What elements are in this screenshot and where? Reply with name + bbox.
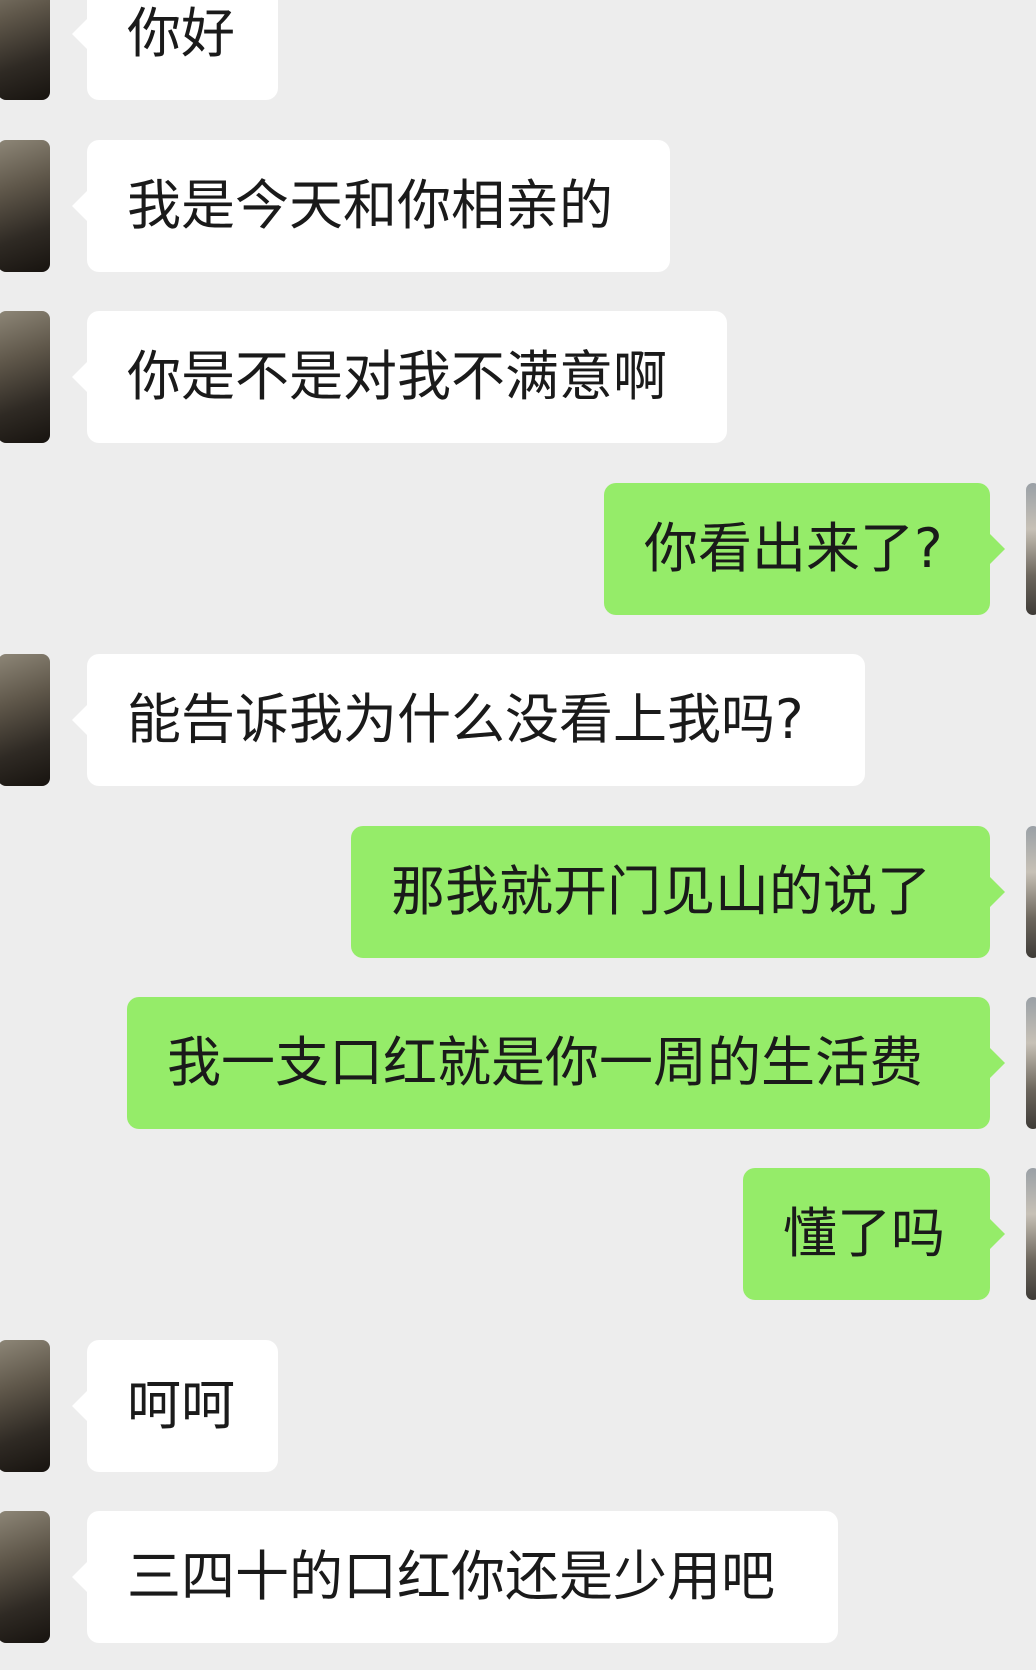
incoming-message-bubble[interactable]: 你是不是对我不满意啊	[72, 311, 727, 443]
incoming-message-row: 三四十的口红你还是少用吧	[0, 1511, 1036, 1643]
contact-avatar-icon[interactable]	[0, 1511, 50, 1643]
incoming-message-bubble[interactable]: 你好	[72, 0, 278, 100]
incoming-message-bubble[interactable]: 三四十的口红你还是少用吧	[72, 1511, 838, 1643]
contact-avatar-icon[interactable]	[0, 1340, 50, 1472]
self-avatar-icon[interactable]	[1026, 483, 1036, 615]
outgoing-message-row: 那我就开门见山的说了	[0, 826, 1036, 958]
incoming-message-row: 你是不是对我不满意啊	[0, 311, 1036, 443]
contact-avatar-icon[interactable]	[0, 654, 50, 786]
outgoing-message-bubble[interactable]: 我一支口红就是你一周的生活费	[127, 997, 1005, 1129]
self-avatar-icon[interactable]	[1026, 997, 1036, 1129]
incoming-message-bubble[interactable]: 呵呵	[72, 1340, 278, 1472]
outgoing-message-row: 懂了吗	[0, 1168, 1036, 1300]
incoming-message-row: 我是今天和你相亲的	[0, 140, 1036, 272]
incoming-message-bubble[interactable]: 我是今天和你相亲的	[72, 140, 670, 272]
self-avatar-icon[interactable]	[1026, 1168, 1036, 1300]
contact-avatar-icon[interactable]	[0, 311, 50, 443]
incoming-message-bubble[interactable]: 能告诉我为什么没看上我吗?	[72, 654, 865, 786]
outgoing-message-bubble[interactable]: 那我就开门见山的说了	[351, 826, 1005, 958]
incoming-message-row: 能告诉我为什么没看上我吗?	[0, 654, 1036, 786]
incoming-message-row: 你好	[0, 0, 1036, 100]
incoming-message-row: 呵呵	[0, 1340, 1036, 1472]
contact-avatar-icon[interactable]	[0, 0, 50, 100]
outgoing-message-row: 我一支口红就是你一周的生活费	[0, 997, 1036, 1129]
outgoing-message-bubble[interactable]: 懂了吗	[743, 1168, 1005, 1300]
contact-avatar-icon[interactable]	[0, 140, 50, 272]
outgoing-message-row: 你看出来了?	[0, 483, 1036, 615]
outgoing-message-bubble[interactable]: 你看出来了?	[604, 483, 1005, 615]
self-avatar-icon[interactable]	[1026, 826, 1036, 958]
